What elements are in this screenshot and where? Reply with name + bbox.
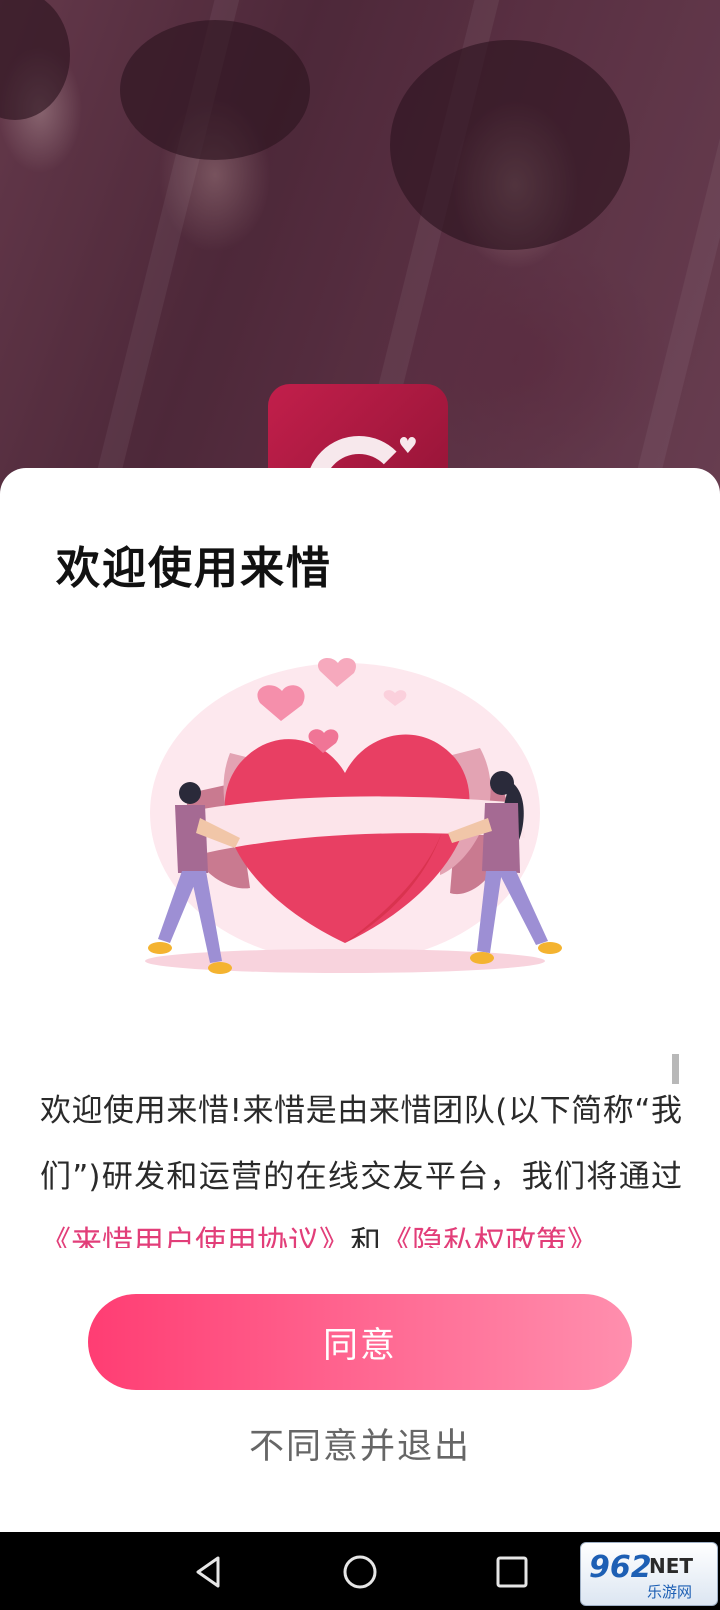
decline-and-exit-button[interactable]: 不同意并退出 [0,1418,720,1469]
dialog-title: 欢迎使用来惜 [56,543,332,594]
triangle-back-icon[interactable] [188,1552,228,1592]
welcome-dialog: 欢迎使用来惜 欢迎使用来惜!来惜是由来惜团队(以下简称“我们”)研发和运营的在线… [0,468,720,1532]
watermark-brand-text: 962 [589,1550,652,1585]
watermark-graphic: 962 NET 乐游网 [589,1550,693,1601]
watermark-suffix-text: NET [649,1554,693,1578]
logo-heart-icon: ♥ [398,434,418,459]
user-agreement-link[interactable]: 《来惜用户使用协议》 [40,1225,350,1248]
square-recents-icon[interactable] [492,1552,532,1592]
privacy-policy-link[interactable]: 《隐私权政策》 [381,1225,598,1248]
couple-heart-illustration [145,657,562,974]
agree-button[interactable]: 同意 [88,1294,632,1390]
watermark-caption-text: 乐游网 [647,1583,692,1601]
agreement-intro: 欢迎使用来惜!来惜是由来惜团队(以下简称“我们”)研发和运营的在线交友平台，我们… [40,1093,682,1195]
site-watermark-logo: 962 NET 乐游网 [580,1542,718,1606]
circle-home-icon[interactable] [340,1552,380,1592]
agreement-text: 欢迎使用来惜!来惜是由来惜团队(以下简称“我们”)研发和运营的在线交友平台，我们… [40,1078,682,1248]
agreement-conjunction: 和 [350,1225,381,1248]
